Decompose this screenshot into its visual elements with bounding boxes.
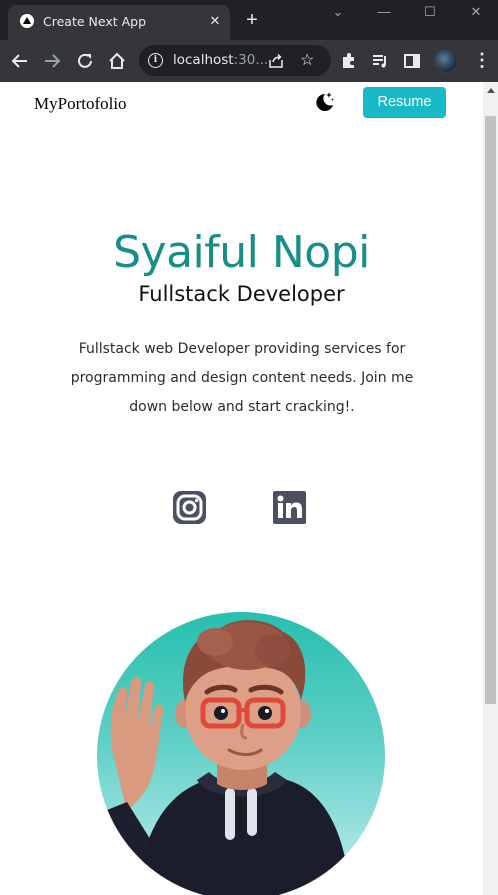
hero-description: Fullstack web Developer providing servic…	[70, 341, 414, 415]
scrollbar-thumb[interactable]	[485, 116, 496, 704]
browser-tab[interactable]: Create Next App ✕	[8, 5, 230, 40]
linkedin-icon[interactable]	[272, 490, 307, 525]
maximize-button[interactable]: ☐	[415, 2, 445, 22]
profile-avatar-illustration	[97, 612, 385, 895]
hero-role: Fullstack Developer	[138, 282, 345, 306]
browser-toolbar: i localhost:30... ☆ ⋮	[0, 40, 498, 82]
tab-title: Create Next App	[43, 14, 147, 29]
hero-name: Syaiful Nopi	[113, 227, 370, 278]
tab-search-icon[interactable]: ⌄	[323, 2, 353, 22]
moon-stars-icon[interactable]	[311, 90, 335, 114]
reload-icon[interactable]	[75, 51, 95, 71]
close-window-button[interactable]: ✕	[461, 2, 491, 22]
minimize-button[interactable]: —	[369, 2, 399, 22]
page-content: MyPortofolio Resume Syaiful Nopi Fullsta…	[0, 82, 483, 895]
address-bar[interactable]: i localhost:30... ☆	[139, 45, 331, 76]
forward-arrow-icon[interactable]	[42, 51, 62, 71]
info-icon[interactable]: i	[148, 53, 163, 68]
nextjs-favicon-icon	[20, 14, 34, 28]
tab-close-icon[interactable]: ✕	[207, 13, 223, 29]
back-arrow-icon[interactable]	[10, 51, 30, 71]
instagram-icon[interactable]	[172, 490, 207, 525]
resume-button[interactable]: Resume	[363, 87, 446, 118]
media-icon[interactable]	[370, 51, 390, 71]
extensions-icon[interactable]	[339, 51, 359, 71]
avatar-character-image	[97, 620, 351, 895]
home-icon[interactable]	[107, 51, 127, 71]
side-panel-icon[interactable]	[402, 51, 422, 71]
page-scrollbar[interactable]	[483, 82, 498, 895]
share-icon[interactable]	[268, 53, 284, 69]
bookmark-star-icon[interactable]: ☆	[300, 50, 314, 70]
new-tab-button[interactable]: +	[241, 9, 263, 31]
browser-titlebar: Create Next App ✕ + ⌄ — ☐ ✕	[0, 0, 498, 40]
profile-avatar-icon[interactable]	[434, 49, 458, 73]
kebab-menu-icon[interactable]: ⋮	[473, 50, 491, 70]
scroll-up-arrow-icon[interactable]	[487, 88, 495, 93]
url-text: localhost:30...	[173, 52, 269, 68]
site-logo[interactable]: MyPortofolio	[34, 94, 127, 114]
